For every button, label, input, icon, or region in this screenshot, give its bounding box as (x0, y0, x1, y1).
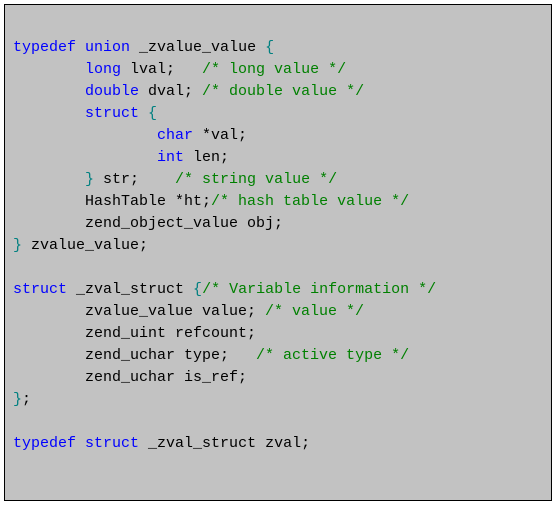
identifier: _zvalue_value (130, 39, 265, 56)
brace: } (13, 237, 22, 254)
keyword: char (157, 127, 193, 144)
identifier: *val; (193, 127, 247, 144)
keyword: double (85, 83, 139, 100)
brace: { (193, 281, 202, 298)
identifier: zend_uchar type; (85, 347, 256, 364)
keyword: union (85, 39, 130, 56)
identifier: zvalue_value; (22, 237, 148, 254)
identifier: _zval_struct (67, 281, 193, 298)
comment: /* double value */ (202, 83, 364, 100)
comment: /* Variable information */ (202, 281, 436, 298)
comment: /* value */ (265, 303, 364, 320)
brace: { (265, 39, 274, 56)
code-panel: typedef union _zvalue_value { long lval;… (4, 4, 552, 501)
identifier: zend_uchar is_ref; (85, 369, 247, 386)
identifier: str; (94, 171, 175, 188)
semicolon: ; (22, 391, 31, 408)
identifier: _zval_struct zval; (139, 435, 310, 452)
brace: } (85, 171, 94, 188)
comment: /* active type */ (256, 347, 409, 364)
brace: } (13, 391, 22, 408)
identifier: len; (184, 149, 229, 166)
keyword: long (85, 61, 121, 78)
comment: /* string value */ (175, 171, 337, 188)
identifier: HashTable *ht; (85, 193, 211, 210)
comment: /* long value */ (202, 61, 346, 78)
identifier: zend_uint refcount; (85, 325, 256, 342)
keyword: struct (85, 435, 139, 452)
keyword: int (157, 149, 184, 166)
brace: { (148, 105, 157, 122)
identifier: lval; (121, 61, 202, 78)
keyword: struct (13, 281, 67, 298)
space (139, 105, 148, 122)
keyword: typedef (13, 39, 76, 56)
keyword: struct (85, 105, 139, 122)
identifier: zend_object_value obj; (85, 215, 283, 232)
keyword: typedef (13, 435, 76, 452)
comment: /* hash table value */ (211, 193, 409, 210)
identifier: zvalue_value value; (85, 303, 265, 320)
identifier: dval; (139, 83, 202, 100)
